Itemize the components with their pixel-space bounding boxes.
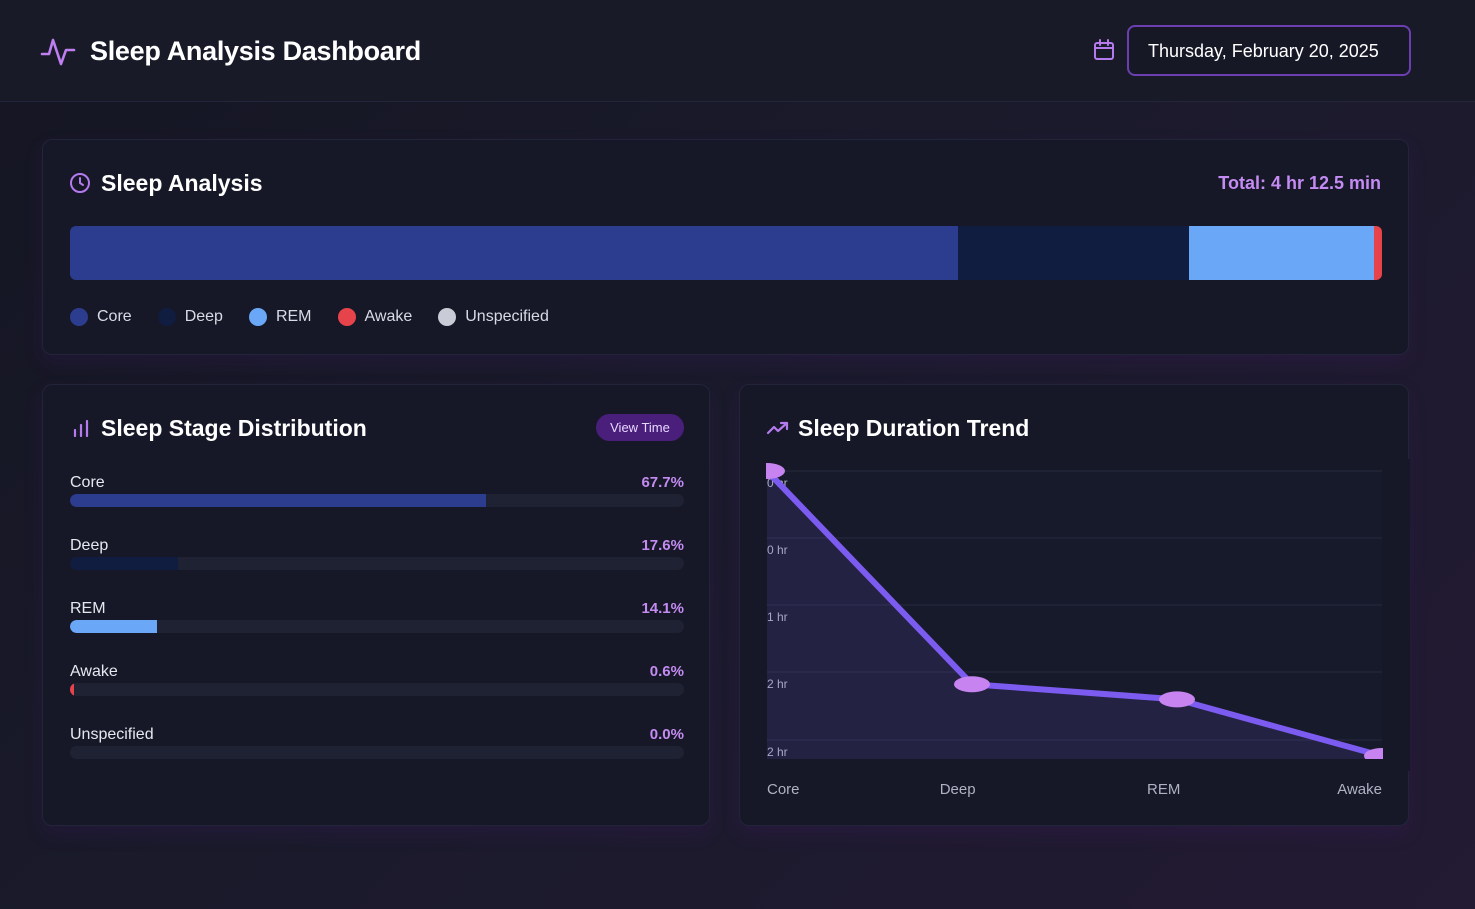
sleep-stage-stacked-bar — [70, 226, 1382, 280]
header-bar: Sleep Analysis Dashboard Thursday, Febru… — [0, 0, 1475, 102]
x-tick-label: Deep — [940, 781, 976, 798]
x-tick-label: Awake — [1337, 781, 1382, 798]
plot-mask-bottom — [747, 759, 1402, 771]
legend-label: Core — [97, 308, 132, 325]
legend-item-unspecified: Unspecified — [438, 308, 549, 326]
stage-progress-track — [70, 620, 684, 633]
stage-label: Unspecified — [70, 726, 154, 743]
legend-label: Deep — [184, 308, 223, 325]
stage-percent: 14.1% — [641, 600, 684, 617]
legend-dot — [337, 308, 356, 326]
stage-percent: 67.7% — [641, 474, 684, 491]
sleep-duration-trend-card: Sleep Duration Trend 0 hr 0 hr 1 hr 2 hr 2 h… — [739, 384, 1410, 826]
distribution-title: Sleep Stage Distribution — [101, 415, 367, 441]
plot-mask-right — [1383, 459, 1410, 771]
stage-row-rem: REM 14.1% — [70, 600, 684, 636]
legend-dot — [70, 308, 88, 326]
legend-item-core: Core — [70, 308, 132, 326]
sleep-analysis-title: Sleep Analysis — [101, 170, 263, 196]
sleep-stage-legend: Core Deep REM Awake Unspecified — [70, 308, 575, 326]
stage-percent: 0.6% — [649, 663, 684, 680]
stage-row-unspecified: Unspecified 0.0% — [70, 726, 684, 762]
sleep-analysis-card: Sleep Analysis Total: 4 hr 12.5 min Core… — [42, 139, 1409, 355]
trend-line-chart: 0 hr0 hr1 hr2 hr2 hrCore Deep REM Awake — [740, 459, 1410, 798]
stage-label: Awake — [70, 663, 118, 680]
legend-item-awake: Awake — [337, 308, 413, 326]
legend-dot — [248, 308, 267, 326]
page-title: Sleep Analysis Dashboard — [90, 36, 421, 66]
stacked-segment-core — [70, 226, 959, 280]
calendar-icon[interactable] — [1093, 39, 1115, 61]
stage-row-awake: Awake 0.6% — [70, 663, 684, 699]
stage-progress-fill — [70, 557, 179, 570]
sleep-stage-distribution-card: Sleep Stage Distribution View Time Core 6… — [42, 384, 710, 826]
stage-progress-track — [70, 494, 684, 507]
stage-label: Deep — [70, 537, 109, 554]
plot-mask-left — [740, 459, 766, 771]
stage-label: Core — [70, 474, 105, 491]
stage-progress-track — [70, 746, 684, 759]
stage-row-deep: Deep 17.6% — [70, 537, 684, 573]
clock-icon — [70, 173, 90, 193]
trend-point-rem[interactable] — [1159, 691, 1195, 708]
stage-percent: 17.6% — [641, 537, 684, 554]
total-sleep-time: Total: 4 hr 12.5 min — [1218, 173, 1381, 193]
legend-label: Awake — [364, 308, 413, 325]
stage-progress-fill — [70, 494, 486, 507]
stacked-segment-deep — [958, 226, 1190, 280]
stage-progress-track — [70, 683, 684, 696]
legend-label: Unspecified — [465, 308, 549, 325]
stacked-segment-awake — [1374, 226, 1382, 280]
stacked-segment-rem — [1189, 226, 1375, 280]
stage-progress-fill — [70, 683, 74, 696]
legend-item-rem: REM — [248, 308, 312, 326]
date-picker-input[interactable]: Thursday, February 20, 2025 — [1127, 25, 1411, 76]
legend-item-deep: Deep — [157, 308, 223, 326]
legend-dot — [438, 308, 457, 326]
legend-dot — [157, 308, 176, 326]
stage-row-core: Core 67.7% — [70, 474, 684, 510]
stage-progress-track — [70, 557, 684, 570]
view-time-button[interactable]: View Time — [596, 414, 684, 441]
legend-label: REM — [275, 308, 312, 325]
bar-chart-icon — [73, 419, 89, 437]
x-tick-label: Core — [767, 781, 800, 798]
activity-pulse-icon — [40, 38, 76, 66]
trend-point-deep[interactable] — [954, 676, 990, 693]
stage-label: REM — [70, 600, 106, 617]
stage-percent: 0.0% — [649, 726, 684, 743]
stage-progress-fill — [70, 620, 157, 633]
x-tick-label: REM — [1147, 781, 1180, 798]
